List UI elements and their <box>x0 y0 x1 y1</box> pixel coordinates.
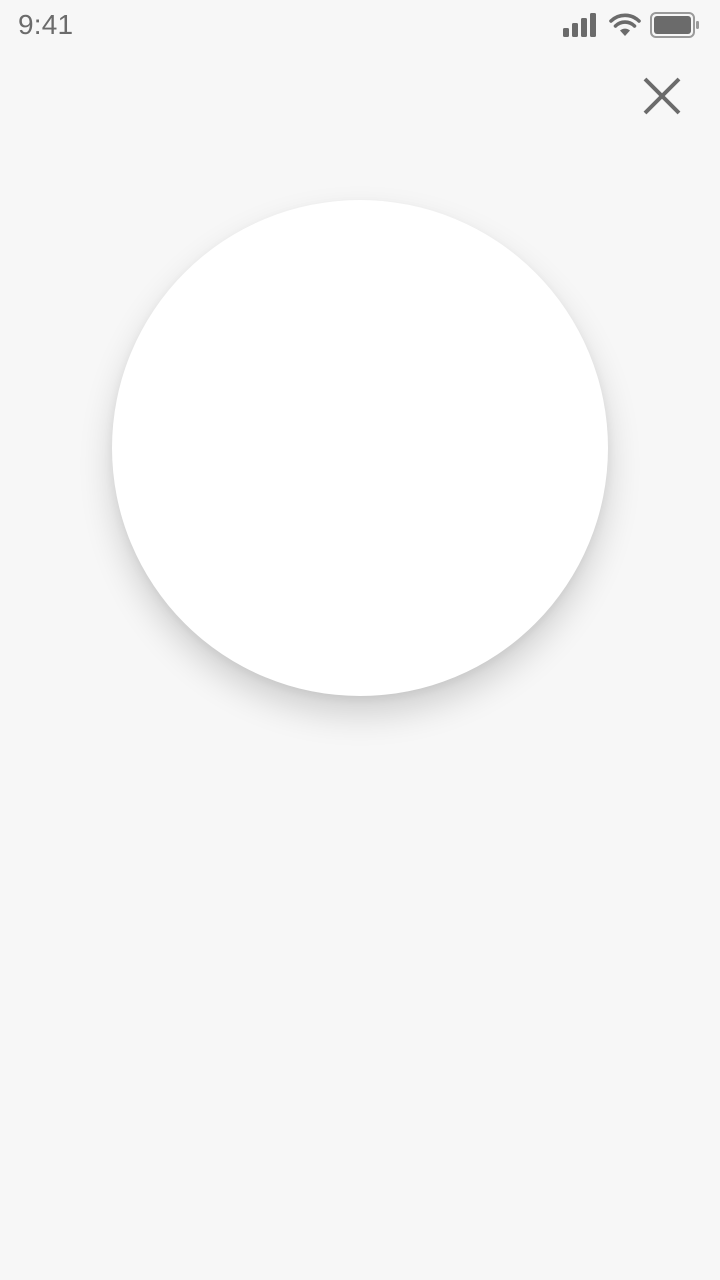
avatar-circle <box>112 200 608 696</box>
close-icon <box>643 77 681 115</box>
close-button[interactable] <box>632 66 692 126</box>
status-time: 9:41 <box>18 9 74 40</box>
status-bar: 9:41 <box>0 0 720 52</box>
signal-icon <box>563 13 596 37</box>
status-icons <box>563 12 700 38</box>
wifi-icon <box>609 13 641 36</box>
battery-icon <box>650 12 699 38</box>
